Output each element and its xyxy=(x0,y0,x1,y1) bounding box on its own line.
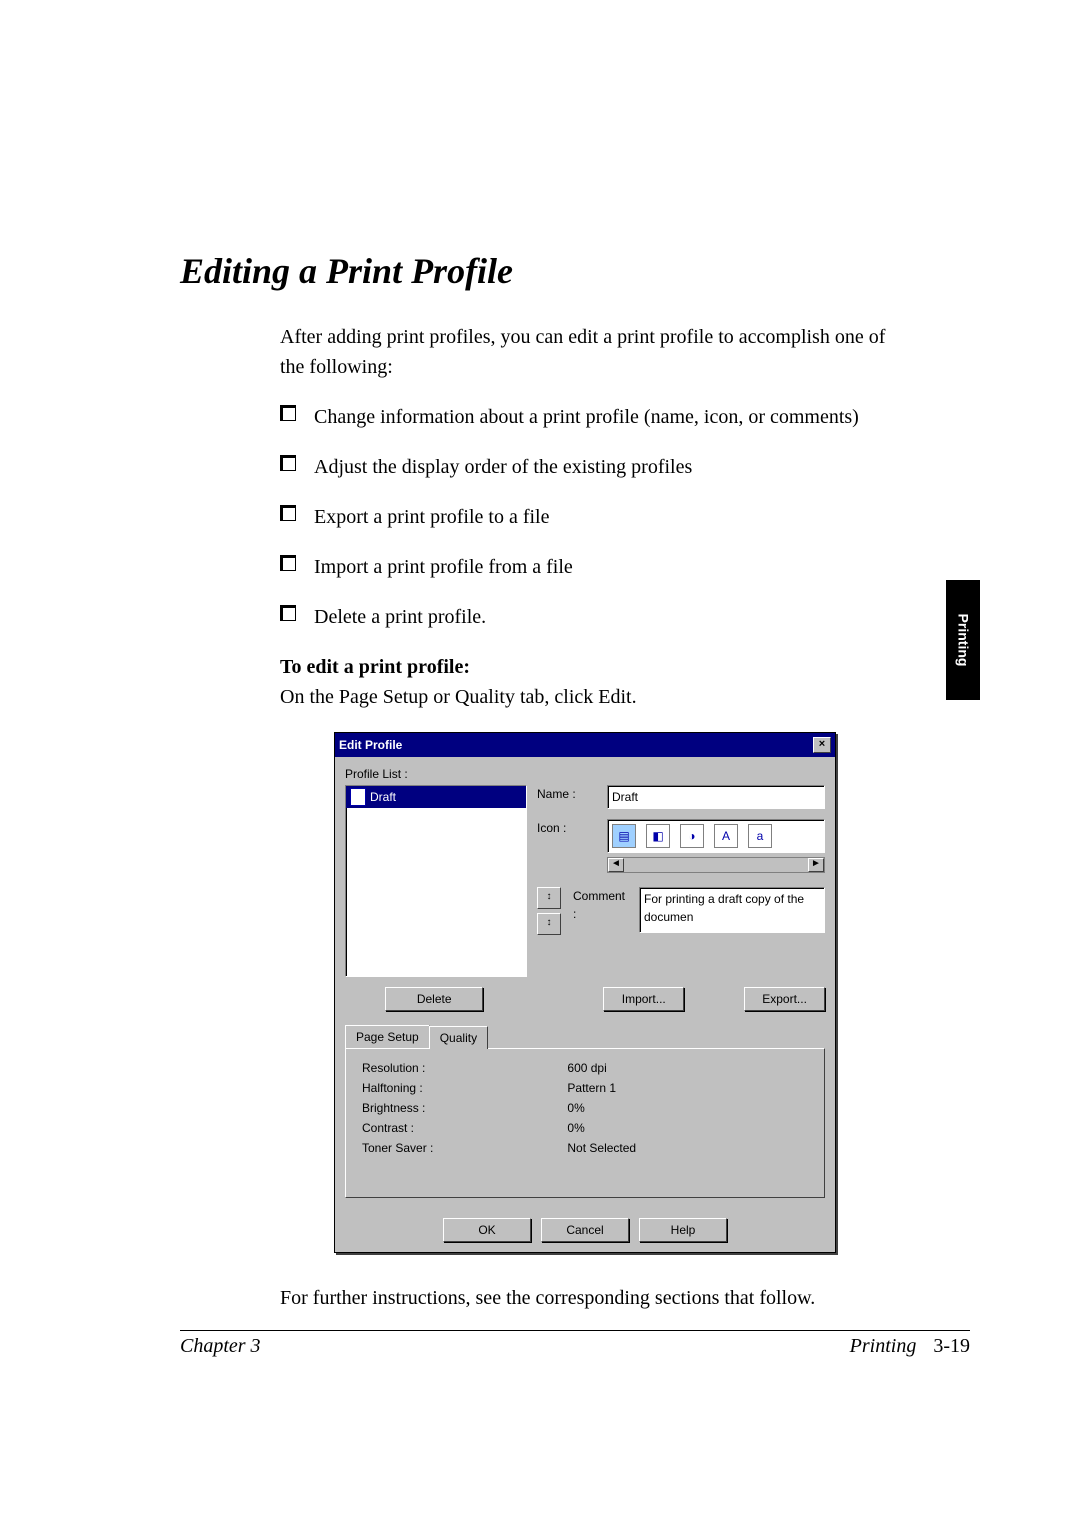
setting-label: Contrast : xyxy=(358,1119,561,1137)
icon-scrollbar[interactable]: ◄ ► xyxy=(607,857,825,873)
bullet-icon xyxy=(280,555,296,571)
profile-list-item: Draft xyxy=(370,788,396,806)
setting-label: Halftoning : xyxy=(358,1079,561,1097)
setting-value: Pattern 1 xyxy=(563,1079,812,1097)
comment-label: Comment : xyxy=(573,889,625,921)
bullet-text: Delete a print profile. xyxy=(314,606,486,628)
to-edit-instruction: On the Page Setup or Quality tab, click … xyxy=(280,682,890,712)
delete-button[interactable]: Delete xyxy=(385,987,483,1011)
bullet-text: Adjust the display order of the existing… xyxy=(314,456,692,478)
document-icon xyxy=(350,788,366,806)
cancel-button[interactable]: Cancel xyxy=(541,1218,629,1242)
setting-label: Brightness : xyxy=(358,1099,561,1117)
name-label: Name : xyxy=(537,787,576,801)
footer-section: Printing xyxy=(850,1335,917,1357)
edit-profile-dialog: Edit Profile × Profile List : Draft Name… xyxy=(334,732,836,1253)
comment-field[interactable]: For printing a draft copy of the documen xyxy=(639,887,825,933)
dialog-title: Edit Profile xyxy=(339,736,402,754)
ok-button[interactable]: OK xyxy=(443,1218,531,1242)
close-icon[interactable]: × xyxy=(813,737,831,753)
scroll-left-icon[interactable]: ◄ xyxy=(608,858,624,872)
profile-listbox[interactable]: Draft xyxy=(345,785,527,977)
bullet-text: Import a print profile from a file xyxy=(314,556,573,578)
bullet-icon xyxy=(280,405,296,421)
profile-icon-option[interactable]: A xyxy=(714,824,738,848)
closing-paragraph: For further instructions, see the corres… xyxy=(280,1283,890,1313)
bullet-list: Change information about a print profile… xyxy=(280,402,890,632)
setting-value: Not Selected xyxy=(563,1139,812,1157)
import-button[interactable]: Import... xyxy=(603,987,684,1011)
setting-value: 0% xyxy=(563,1099,812,1117)
quality-panel: Resolution :600 dpi Halftoning :Pattern … xyxy=(345,1048,825,1198)
setting-value: 600 dpi xyxy=(563,1059,812,1077)
profile-icon-option[interactable]: a xyxy=(748,824,772,848)
scroll-right-icon[interactable]: ► xyxy=(808,858,824,872)
footer-page-number: 3-19 xyxy=(933,1335,970,1357)
setting-label: Toner Saver : xyxy=(358,1139,561,1157)
setting-value: 0% xyxy=(563,1119,812,1137)
help-button[interactable]: Help xyxy=(639,1218,727,1242)
bullet-icon xyxy=(280,455,296,471)
move-up-button[interactable]: ↕ xyxy=(537,887,561,909)
icon-label: Icon : xyxy=(537,821,566,835)
footer-chapter: Chapter 3 xyxy=(180,1335,261,1358)
icon-picker[interactable]: ▤ ◧ ◑ A a xyxy=(607,819,825,853)
setting-label: Resolution : xyxy=(358,1059,561,1077)
tab-quality[interactable]: Quality xyxy=(429,1026,488,1049)
page-heading: Editing a Print Profile xyxy=(180,250,970,292)
to-edit-heading: To edit a print profile: xyxy=(280,652,890,682)
export-button[interactable]: Export... xyxy=(744,987,825,1011)
profile-icon-option[interactable]: ▤ xyxy=(612,824,636,848)
intro-paragraph: After adding print profiles, you can edi… xyxy=(280,322,890,382)
bullet-text: Change information about a print profile… xyxy=(314,406,859,428)
profile-list-label: Profile List : xyxy=(345,765,825,783)
tab-page-setup[interactable]: Page Setup xyxy=(345,1025,430,1048)
name-field[interactable]: Draft xyxy=(607,785,825,809)
move-down-button[interactable]: ↕ xyxy=(537,913,561,935)
profile-icon-option[interactable]: ◧ xyxy=(646,824,670,848)
profile-icon-option[interactable]: ◑ xyxy=(680,824,704,848)
bullet-icon xyxy=(280,505,296,521)
bullet-text: Export a print profile to a file xyxy=(314,506,549,528)
bullet-icon xyxy=(280,605,296,621)
section-tab: Printing xyxy=(946,580,980,700)
